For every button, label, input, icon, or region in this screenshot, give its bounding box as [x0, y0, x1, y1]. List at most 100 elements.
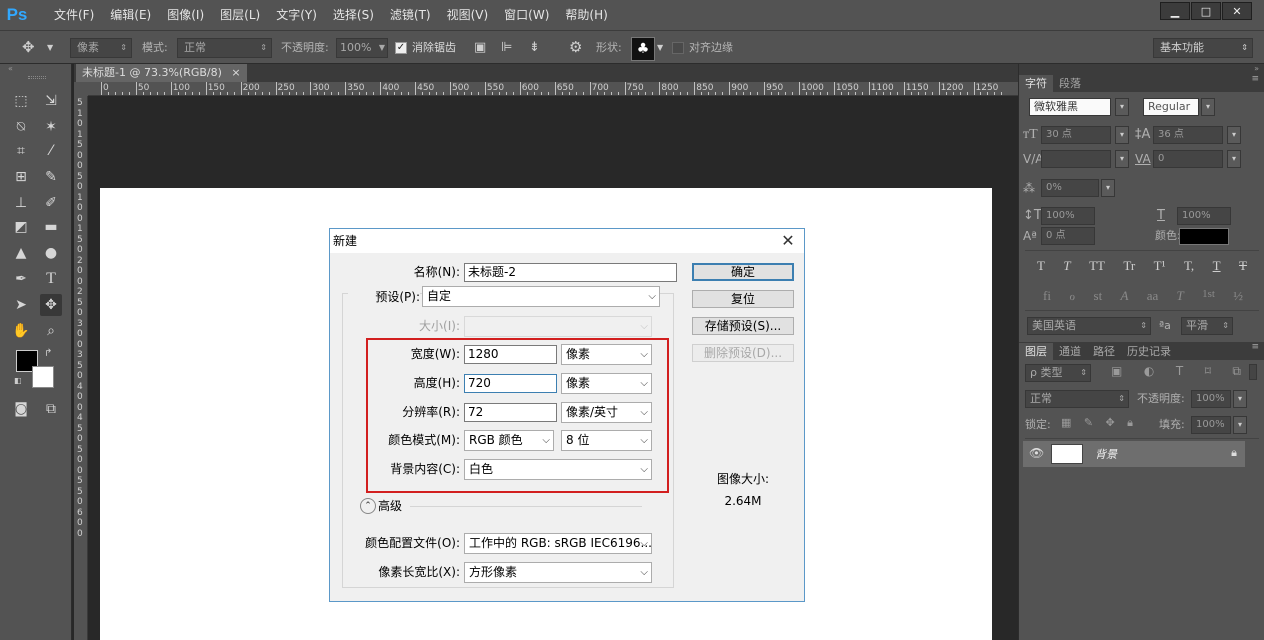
- tab-history[interactable]: 历史记录: [1121, 343, 1177, 360]
- zoom-tool-icon[interactable]: ⌕: [40, 320, 62, 342]
- hand-tool-icon[interactable]: ✋: [10, 320, 32, 342]
- crop-tool-icon[interactable]: ⌗: [10, 140, 32, 162]
- eraser-tool-icon[interactable]: ◩: [10, 216, 32, 238]
- lock-pixels-icon[interactable]: ✎: [1084, 416, 1093, 430]
- layer-opacity-input[interactable]: 100%: [1191, 390, 1231, 408]
- horizontal-ruler[interactable]: 0 50 100 150 200 250 300 350 400 450 500 550 600 650 7…: [88, 82, 1018, 96]
- close-tab-icon[interactable]: ×: [231, 66, 240, 79]
- path-selection-tool-icon[interactable]: ➤: [10, 294, 32, 316]
- bit-depth-select[interactable]: 8 位 ⌵: [561, 430, 652, 451]
- chevron-down-icon[interactable]: ▾: [1115, 98, 1129, 116]
- menu-select[interactable]: 选择(S): [325, 0, 382, 30]
- shape-picker-chevron-icon[interactable]: ▼: [657, 39, 663, 57]
- move-tool-icon[interactable]: ⇲: [40, 90, 62, 112]
- type-tool-icon[interactable]: T: [40, 268, 62, 290]
- blend-mode-select[interactable]: 正常 ⇕: [177, 38, 272, 58]
- custom-shape-tool-icon[interactable]: ✥: [40, 294, 62, 316]
- text-color-swatch[interactable]: [1179, 228, 1229, 245]
- discretionary-ligatures-button[interactable]: st: [1094, 288, 1103, 304]
- tool-preset-chevron-icon[interactable]: ▼: [47, 39, 53, 57]
- magic-wand-tool-icon[interactable]: ✶: [40, 116, 62, 138]
- layer-name[interactable]: 背景: [1095, 446, 1117, 462]
- filter-smart-object-icon[interactable]: ⧉: [1232, 364, 1241, 379]
- tab-paths[interactable]: 路径: [1087, 343, 1121, 360]
- reset-button[interactable]: 复位: [692, 290, 794, 308]
- preset-select[interactable]: 自定 ⌵: [422, 286, 660, 307]
- filter-toggle[interactable]: [1249, 364, 1257, 380]
- panel-menu-icon[interactable]: ≡: [1251, 74, 1259, 84]
- blur-tool-icon[interactable]: ▲: [10, 242, 32, 264]
- chevron-down-icon[interactable]: ▾: [1201, 98, 1215, 116]
- tab-channels[interactable]: 通道: [1053, 343, 1087, 360]
- all-caps-button[interactable]: TT: [1089, 258, 1105, 274]
- width-unit-select[interactable]: 像素 ⌵: [561, 344, 652, 365]
- name-input[interactable]: 未标题-2: [464, 263, 677, 282]
- default-colors-icon[interactable]: ◧: [14, 376, 22, 385]
- menu-layer[interactable]: 图层(L): [212, 0, 268, 30]
- leading-input[interactable]: 36 点: [1153, 126, 1223, 144]
- lock-all-icon[interactable]: 🔒︎: [1127, 416, 1133, 430]
- background-color-swatch[interactable]: [32, 366, 54, 388]
- kerning-input[interactable]: [1041, 150, 1111, 168]
- filter-pixel-icon[interactable]: ▣: [1111, 364, 1122, 379]
- ordinals-button[interactable]: 1st: [1202, 288, 1215, 304]
- menu-type[interactable]: 文字(Y): [268, 0, 325, 30]
- ligatures-button[interactable]: fi: [1043, 288, 1051, 304]
- small-caps-button[interactable]: Tr: [1123, 258, 1135, 274]
- titling-alternates-button[interactable]: T: [1177, 288, 1184, 304]
- pixel-aspect-select[interactable]: 方形像素 ⌵: [464, 562, 652, 583]
- layer-row[interactable]: 👁︎ 背景 🔒︎: [1023, 441, 1245, 467]
- quick-mask-icon[interactable]: ◙: [10, 398, 32, 420]
- tracking-input[interactable]: 0: [1153, 150, 1223, 168]
- chevron-down-icon[interactable]: ▾: [1101, 179, 1115, 197]
- chevron-down-icon[interactable]: ▾: [1233, 390, 1247, 408]
- chevron-down-icon[interactable]: ▾: [1227, 150, 1241, 168]
- language-select[interactable]: 美国英语 ⇕: [1027, 317, 1151, 335]
- size-select[interactable]: ⌵: [464, 316, 652, 337]
- document-tab[interactable]: 未标题-1 @ 73.3%(RGB/8) ×: [76, 64, 247, 82]
- resolution-unit-select[interactable]: 像素/英寸 ⌵: [561, 402, 652, 423]
- width-input[interactable]: 1280: [464, 345, 557, 364]
- swap-colors-icon[interactable]: ↱: [44, 348, 52, 359]
- strikethrough-button[interactable]: T: [1239, 258, 1247, 274]
- layer-filter-select[interactable]: ρ 类型 ⇕: [1025, 364, 1091, 382]
- tsume-input[interactable]: 0%: [1041, 179, 1099, 197]
- chevron-down-icon[interactable]: ▾: [1115, 150, 1129, 168]
- opacity-input[interactable]: 100% ▼: [336, 38, 388, 58]
- toolbar-grip[interactable]: [28, 76, 46, 79]
- filter-type-icon[interactable]: T: [1176, 364, 1183, 379]
- lock-position-icon[interactable]: ✥: [1105, 416, 1114, 430]
- marquee-tool-icon[interactable]: ⬚: [10, 90, 32, 112]
- pen-tool-icon[interactable]: ✒: [10, 268, 32, 290]
- advanced-label[interactable]: 高级: [378, 497, 402, 515]
- dodge-tool-icon[interactable]: ●: [40, 242, 62, 264]
- panel-menu-icon[interactable]: ≡: [1251, 342, 1259, 352]
- eyedropper-tool-icon[interactable]: ⁄: [40, 140, 62, 162]
- lasso-tool-icon[interactable]: ⍉: [10, 116, 32, 138]
- layer-blend-mode-select[interactable]: 正常 ⇕: [1025, 390, 1129, 408]
- fill-input[interactable]: 100%: [1191, 416, 1231, 434]
- filter-adjustment-icon[interactable]: ◐: [1144, 364, 1154, 379]
- panel-collapse-icon[interactable]: »: [1019, 64, 1264, 74]
- chevron-down-icon[interactable]: ▾: [1115, 126, 1129, 144]
- save-preset-button[interactable]: 存储预设(S)...: [692, 317, 794, 335]
- antialias-select[interactable]: 平滑 ⇕: [1181, 317, 1233, 335]
- chevron-down-icon[interactable]: ▾: [1227, 126, 1241, 144]
- screen-mode-icon[interactable]: ⧉: [40, 398, 62, 420]
- gradient-tool-icon[interactable]: ▬: [40, 216, 62, 238]
- background-contents-select[interactable]: 白色 ⌵: [464, 459, 652, 480]
- subscript-button[interactable]: T,: [1184, 258, 1194, 274]
- filter-shape-icon[interactable]: ⌑: [1205, 364, 1211, 379]
- workspace-select[interactable]: 基本功能 ⇕: [1153, 38, 1253, 58]
- close-button[interactable]: ✕: [1222, 2, 1252, 20]
- horizontal-scale-input[interactable]: 100%: [1177, 207, 1231, 225]
- vertical-ruler[interactable]: 5101500501001502002503003504004505005506…: [74, 96, 88, 640]
- advanced-expand-icon[interactable]: ⌃: [360, 498, 376, 514]
- menu-file[interactable]: 文件(F): [46, 0, 102, 30]
- height-input[interactable]: 720: [464, 374, 557, 393]
- vertical-scale-input[interactable]: 100%: [1041, 207, 1095, 225]
- baseline-shift-input[interactable]: 0 点: [1041, 227, 1095, 245]
- tab-character[interactable]: 字符: [1019, 75, 1053, 92]
- brush-tool-icon[interactable]: ✎: [40, 166, 62, 188]
- stylistic-alternates-button[interactable]: aa: [1147, 288, 1159, 304]
